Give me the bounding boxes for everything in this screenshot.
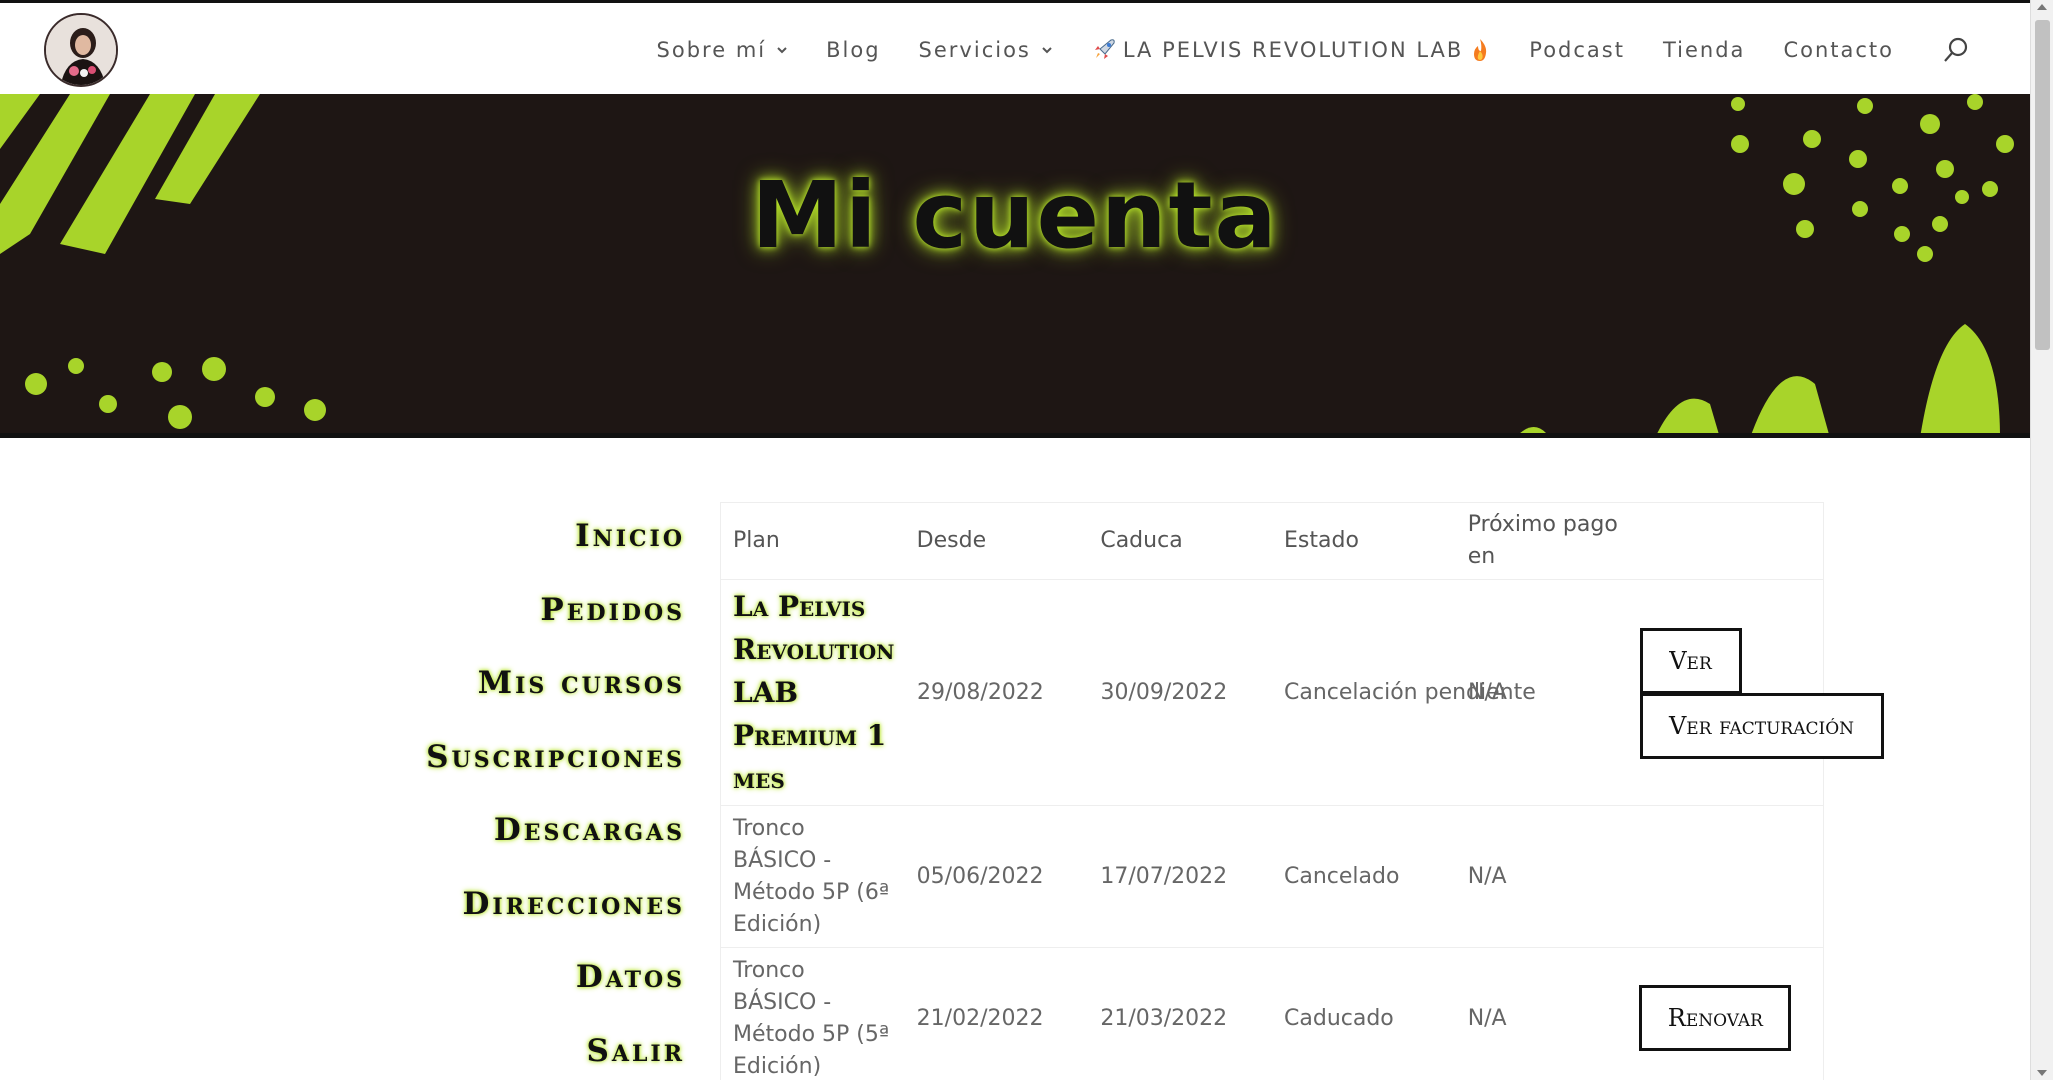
desde-cell: 29/08/2022 (917, 679, 1044, 705)
nav-item-blog[interactable]: Blog (826, 38, 880, 62)
nav-label: Contacto (1783, 38, 1894, 62)
table-row: Tronco BÁSICO - Método 5P (6ª Edición) 0… (721, 806, 1823, 948)
view-subscription-button[interactable]: Ver (1639, 627, 1742, 694)
proximo-pago-cell: N/A (1467, 1005, 1507, 1031)
proximo-pago-cell: N/A (1467, 863, 1507, 889)
hero-banner: Mi cuenta (0, 94, 2030, 438)
estado-cell: Caducado (1284, 1005, 1394, 1031)
caduca-cell: 17/07/2022 (1100, 863, 1228, 889)
actions-cell: Renovar (1639, 948, 1823, 1080)
chevron-down-icon (1042, 47, 1052, 54)
actions-cell: Ver Ver facturación (1639, 580, 1884, 806)
plan-link[interactable]: La Pelvis Revolution LAB Premium 1 mes (733, 590, 894, 795)
column-header-proximo-pago: Próximo pago en (1467, 512, 1618, 569)
nav-label: Sobre mí (656, 38, 767, 62)
scroll-up-arrow-icon[interactable] (2037, 4, 2047, 10)
subscriptions-table: Plan Desde Caduca Estado Próximo pago en… (720, 502, 1884, 1080)
chevron-down-icon (777, 47, 787, 54)
nav-item-sobre-mi[interactable]: Sobre mí (657, 38, 789, 62)
table-header-row: Plan Desde Caduca Estado Próximo pago en (721, 503, 1823, 580)
account-navigation: Inicio Pedidos Mis cursos Suscripciones … (380, 500, 685, 1080)
account-nav-direcciones[interactable]: Direcciones (380, 868, 685, 942)
table-row: Tronco BÁSICO - Método 5P (5ª Edición) 2… (721, 948, 1823, 1080)
table-row: La Pelvis Revolution LAB Premium 1 mes 2… (721, 580, 1884, 806)
plan-cell: La Pelvis Revolution LAB Premium 1 mes (721, 585, 905, 800)
column-header-caduca: Caduca (1100, 528, 1183, 553)
nav-label: Blog (826, 38, 881, 62)
nav-item-pelvis-lab[interactable]: LA PELVIS REVOLUTION LAB (1091, 37, 1491, 63)
rocket-icon (1094, 39, 1115, 59)
scroll-thumb[interactable] (2035, 20, 2050, 350)
site-header: Sobre mí Blog Servicios LA PELVIS REVOLU… (0, 0, 2030, 94)
nav-label: Podcast (1529, 38, 1625, 62)
fire-icon (1474, 39, 1487, 61)
nav-item-podcast[interactable]: Podcast (1529, 38, 1625, 62)
search-icon[interactable] (1942, 36, 1970, 64)
nav-item-contacto[interactable]: Contacto (1783, 38, 1894, 62)
site-logo-avatar[interactable] (44, 13, 118, 87)
account-nav-mis-cursos[interactable]: Mis cursos (380, 647, 685, 721)
nav-label: Servicios (918, 38, 1031, 62)
page-title: Mi cuenta (751, 162, 1279, 269)
desde-cell: 21/02/2022 (916, 1005, 1044, 1031)
view-billing-button[interactable]: Ver facturación (1639, 692, 1884, 759)
scroll-down-arrow-icon[interactable] (2037, 1070, 2047, 1076)
estado-cell: Cancelación pendiente (1284, 679, 1536, 705)
column-header-plan: Plan (733, 528, 780, 553)
column-header-estado: Estado (1284, 528, 1359, 553)
vertical-scrollbar[interactable] (2030, 0, 2053, 1080)
plan-cell: Tronco BÁSICO - Método 5P (5ª Edición) (733, 957, 890, 1079)
nav-label: LA PELVIS REVOLUTION LAB (1122, 38, 1464, 62)
account-nav-salir[interactable]: Salir (380, 1015, 685, 1080)
account-nav-datos[interactable]: Datos (380, 941, 685, 1015)
estado-cell: Cancelado (1284, 863, 1400, 889)
caduca-cell: 21/03/2022 (1100, 1005, 1228, 1031)
nav-label: Tienda (1662, 38, 1746, 62)
column-header-desde: Desde (916, 528, 987, 553)
nav-item-tienda[interactable]: Tienda (1663, 38, 1745, 62)
caduca-cell: 30/09/2022 (1100, 679, 1228, 705)
main-nav: Sobre mí Blog Servicios LA PELVIS REVOLU… (657, 3, 1970, 97)
plan-cell: Tronco BÁSICO - Método 5P (6ª Edición) (733, 815, 890, 937)
account-nav-descargas[interactable]: Descargas (380, 794, 685, 868)
avatar-portrait-icon (46, 15, 116, 85)
account-nav-pedidos[interactable]: Pedidos (380, 574, 685, 648)
account-nav-suscripciones[interactable]: Suscripciones (380, 721, 685, 795)
nav-item-servicios[interactable]: Servicios (919, 38, 1053, 62)
proximo-pago-cell: N/A (1468, 679, 1507, 705)
account-nav-inicio[interactable]: Inicio (380, 500, 685, 574)
renew-button[interactable]: Renovar (1639, 984, 1792, 1051)
desde-cell: 05/06/2022 (916, 863, 1044, 889)
